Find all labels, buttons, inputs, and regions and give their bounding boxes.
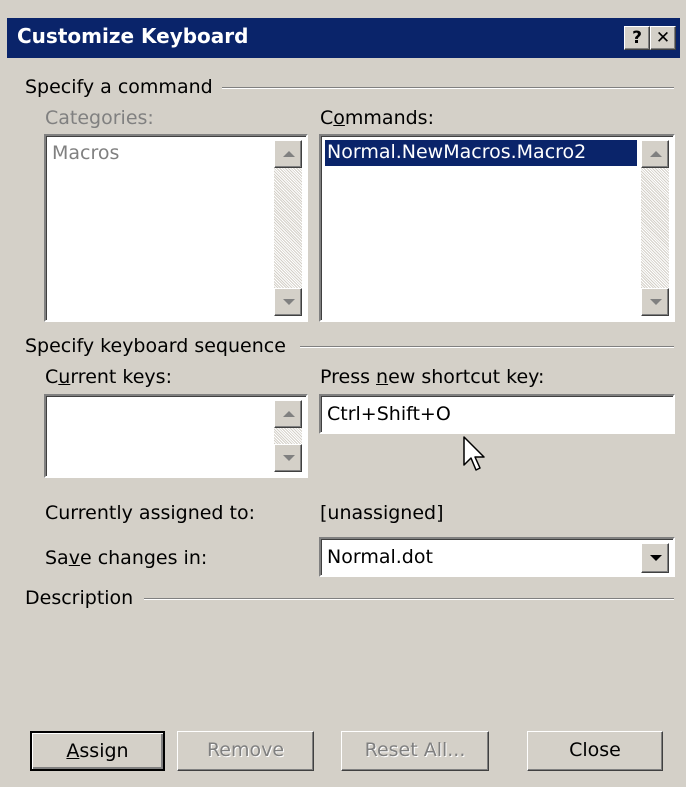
- chevron-down-icon: [650, 555, 662, 561]
- current-keys-label: Current keys:: [45, 366, 172, 388]
- scroll-down-button[interactable]: [274, 444, 302, 472]
- current-keys-list[interactable]: [44, 394, 308, 478]
- group-divider: [300, 346, 674, 348]
- remove-button[interactable]: Remove: [177, 731, 314, 771]
- list-item-label: Normal.NewMacros.Macro2: [327, 141, 587, 163]
- list-item[interactable]: Macros: [52, 142, 119, 164]
- arrow-up-icon: [283, 151, 295, 157]
- scroll-up-button[interactable]: [274, 400, 302, 428]
- customize-keyboard-dialog: Customize Keyboard ? ✕ Specify a command…: [0, 0, 686, 787]
- close-icon: ✕: [655, 28, 671, 48]
- help-icon: ?: [632, 28, 642, 48]
- assign-button[interactable]: Assign: [30, 731, 165, 771]
- arrow-up-icon: [650, 151, 662, 157]
- dropdown-button[interactable]: [641, 543, 669, 573]
- scroll-down-button[interactable]: [274, 288, 302, 316]
- close-button[interactable]: Close: [527, 731, 663, 771]
- close-window-button[interactable]: ✕: [650, 26, 676, 50]
- save-changes-value: Normal.dot: [327, 546, 433, 568]
- description-area: [30, 615, 670, 715]
- specify-command-group-label: Specify a command: [25, 76, 213, 98]
- press-new-shortcut-label: Press new shortcut key:: [320, 366, 545, 388]
- scroll-up-button[interactable]: [641, 140, 669, 168]
- dialog-title: Customize Keyboard: [17, 24, 249, 48]
- commands-list[interactable]: Normal.NewMacros.Macro2: [319, 134, 675, 322]
- scroll-up-button[interactable]: [274, 140, 302, 168]
- arrow-down-icon: [283, 455, 295, 461]
- mouse-cursor-icon: [463, 436, 485, 471]
- save-changes-dropdown[interactable]: Normal.dot: [319, 537, 675, 577]
- help-button[interactable]: ?: [624, 26, 650, 50]
- reset-all-button[interactable]: Reset All...: [341, 731, 489, 771]
- list-item-selected[interactable]: Normal.NewMacros.Macro2: [325, 140, 637, 166]
- save-changes-label: Save changes in:: [45, 547, 208, 569]
- new-shortcut-value: Ctrl+Shift+O: [327, 403, 451, 425]
- title-bar[interactable]: Customize Keyboard ? ✕: [7, 18, 680, 58]
- description-group-label: Description: [25, 587, 134, 609]
- scroll-down-button[interactable]: [641, 288, 669, 316]
- new-shortcut-key-input[interactable]: Ctrl+Shift+O: [319, 394, 675, 434]
- group-divider: [144, 598, 674, 600]
- commands-label: Commands:: [320, 107, 434, 129]
- arrow-down-icon: [650, 299, 662, 305]
- categories-label: Categories:: [45, 107, 154, 129]
- keyboard-sequence-group-label: Specify keyboard sequence: [25, 335, 286, 357]
- group-divider: [222, 87, 674, 89]
- arrow-down-icon: [283, 299, 295, 305]
- categories-list[interactable]: Macros: [44, 134, 308, 322]
- currently-assigned-label: Currently assigned to:: [45, 502, 256, 524]
- currently-assigned-value: [unassigned]: [320, 502, 444, 524]
- arrow-up-icon: [283, 411, 295, 417]
